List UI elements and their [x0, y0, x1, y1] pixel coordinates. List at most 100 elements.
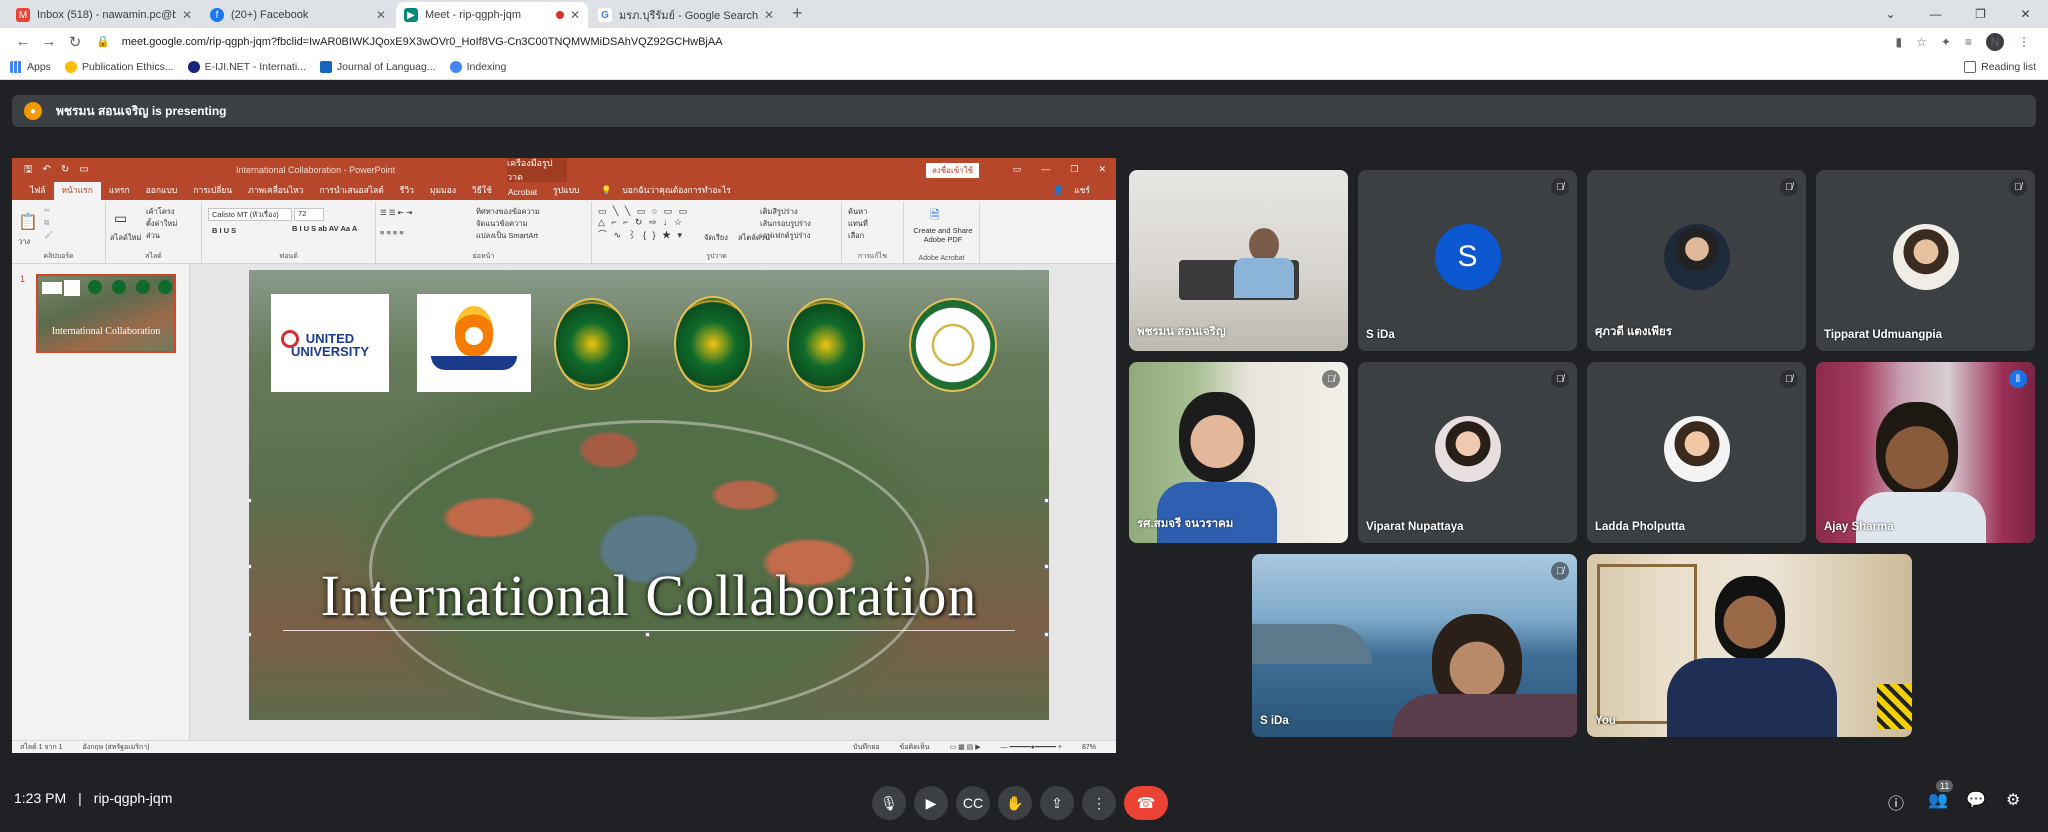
zoom-level[interactable]: 87% [1082, 744, 1096, 751]
ppt-tab-view[interactable]: มุมมอง [422, 180, 464, 200]
align-icons[interactable]: ≡ ≡ ≡ ≡ [380, 228, 404, 237]
create-pdf-icon[interactable]: 🗎 [930, 206, 940, 227]
paste-icon[interactable]: 📋 [18, 212, 38, 232]
participant-tile-ladda[interactable]: 🎙̸ Ladda Pholputta [1587, 362, 1806, 543]
ppt-tab-design[interactable]: ออกแบบ [138, 180, 186, 200]
bookmark-eiji[interactable]: E-IJI.NET - Internati... [187, 61, 306, 73]
text-direction-button[interactable]: ทิศทางของข้อความ [476, 206, 540, 218]
save-icon[interactable]: 🖫 [24, 164, 33, 175]
ppt-tab-help[interactable]: วิธีใช้ [464, 180, 500, 200]
more-options-button[interactable]: ⋮ [1082, 786, 1116, 820]
copy-icon[interactable]: ⧉ [44, 218, 49, 228]
shape-outline-button[interactable]: เส้นกรอบรูปร่าง [760, 218, 811, 230]
participant-tile-viparat[interactable]: 🎙̸ Viparat Nupattaya [1358, 362, 1577, 543]
profile-avatar[interactable]: N [1986, 32, 2004, 51]
slide-title[interactable]: International Collaboration [249, 562, 1049, 629]
sign-in-button[interactable]: ลงชื่อเข้าใช้ [926, 163, 980, 178]
ppt-tab-home[interactable]: หน้าแรก [53, 180, 101, 200]
bullets-icon[interactable]: ☰ ☰ ⇤ ⇥ [380, 208, 412, 217]
bold-italic-icons[interactable]: B I U S [212, 226, 236, 235]
reset-button[interactable]: ตั้งค่าใหม่ [146, 218, 177, 230]
select-button[interactable]: เลือก [848, 230, 864, 242]
close-window-icon[interactable]: ✕ [2003, 7, 2048, 21]
browser-tab-gmail[interactable]: M Inbox (518) - nawamin.pc@bru.ac.th ✕ [8, 2, 200, 28]
restore-icon[interactable]: ❐ [1958, 7, 2003, 21]
selection-handle[interactable] [1044, 498, 1049, 503]
close-icon[interactable]: ✕ [1098, 164, 1106, 174]
font-size-select[interactable]: 72 [294, 208, 324, 221]
ppt-tab-review[interactable]: รีวิว [392, 180, 422, 200]
tell-me-search[interactable]: 💡 บอกฉันว่าคุณต้องการทำอะไร [593, 180, 746, 200]
participant-tile-presenter[interactable]: พชรมน สอนเจริญ [1129, 170, 1348, 351]
format-painter-icon[interactable]: 🖌 [44, 230, 54, 239]
participant-tile-tipparat[interactable]: 🎙̸ Tipparat Udmuangpia [1816, 170, 2035, 351]
share-button[interactable]: 👤 แชร์ [1045, 180, 1106, 200]
layout-button[interactable]: เค้าโครง [146, 206, 175, 218]
selection-handle[interactable] [249, 564, 252, 569]
tab-search-icon[interactable]: ⌄ [1868, 7, 1913, 21]
shapes-gallery[interactable]: ▭ ╲ ╲ ▭ ○ ▭ ▭ △ ⌐ ⌐ ↻ ⇨ ↓ ☆ ⌒ ∿ ⌇ { } ★ ▾ [598, 206, 689, 241]
participant-tile-sida-video[interactable]: 🎙̸ S iDa [1252, 554, 1577, 737]
find-button[interactable]: ค้นหา [848, 206, 867, 218]
replace-button[interactable]: แทนที่ [848, 218, 868, 230]
camera-in-use-icon[interactable]: ▮ [1896, 35, 1903, 49]
participant-tile-somjaree[interactable]: 🎙̸ รศ.สมจรี จนวราคม [1129, 362, 1348, 543]
browser-tab-facebook[interactable]: f (20+) Facebook ✕ [202, 2, 394, 28]
people-icon[interactable]: 👥 [1928, 790, 1948, 810]
participant-tile-self[interactable]: You [1587, 554, 1912, 737]
new-slide-button[interactable]: สไลด์ใหม่ [110, 232, 141, 244]
present-button[interactable]: ⇪ [1040, 786, 1074, 820]
minimize-icon[interactable]: — [1913, 7, 1958, 21]
smartart-button[interactable]: แปลงเป็น SmartArt [476, 230, 538, 242]
close-tab-icon[interactable]: ✕ [764, 8, 774, 22]
ppt-tab-file[interactable]: ไฟล์ [22, 180, 54, 200]
ppt-tab-animations[interactable]: ภาพเคลื่อนไหว [240, 180, 311, 200]
ribbon-display-icon[interactable]: ▭ [1013, 164, 1022, 174]
ppt-tab-insert[interactable]: แทรก [101, 180, 138, 200]
participant-tile-sida[interactable]: S 🎙̸ S iDa [1358, 170, 1577, 351]
menu-kebab-icon[interactable]: ⋮ [2018, 35, 2030, 49]
start-slideshow-icon[interactable]: ▭ [79, 164, 88, 175]
slide-canvas[interactable]: UNITED UNIVERSITY International Collabor… [249, 270, 1049, 720]
comments-button[interactable]: ข้อคิดเห็น [900, 742, 930, 753]
browser-tab-meet[interactable]: ▶ Meet - rip-qgph-jqm ✕ [396, 2, 588, 28]
paste-button[interactable]: วาง [18, 236, 30, 248]
back-icon[interactable]: ← [10, 33, 36, 50]
captions-button[interactable]: CC [956, 786, 990, 820]
close-tab-icon[interactable]: ✕ [376, 8, 386, 22]
extensions-icon[interactable]: ✦ [1941, 35, 1951, 49]
arrange-button[interactable]: จัดเรียง [704, 232, 728, 244]
selection-handle[interactable] [645, 632, 650, 637]
participant-tile-ajay[interactable]: ⦀ Ajay Sharma [1816, 362, 2035, 543]
bookmark-publication-ethics[interactable]: Publication Ethics... [64, 61, 174, 73]
new-slide-icon[interactable]: ▭ [114, 210, 127, 227]
align-text-button[interactable]: จัดแนวข้อความ [476, 218, 527, 230]
notes-button[interactable]: บันทึกย่อ [853, 742, 879, 753]
lock-icon[interactable]: 🔒 [96, 35, 110, 48]
browser-tab-google[interactable]: G มรภ.บุรีรัมย์ - Google Search ✕ [590, 2, 782, 28]
undo-icon[interactable]: ↶ [43, 164, 51, 175]
raise-hand-button[interactable]: ✋ [998, 786, 1032, 820]
microphone-button[interactable]: 🎙 [872, 786, 906, 820]
bookmark-indexing[interactable]: Indexing [449, 61, 506, 73]
slide-thumbnail[interactable]: International Collaboration [36, 274, 176, 353]
shape-effects-button[interactable]: เอฟเฟกต์รูปร่าง [760, 230, 810, 242]
url-field[interactable]: meet.google.com/rip-qgph-jqm?fbclid=IwAR… [122, 36, 1882, 48]
redo-icon[interactable]: ↻ [61, 164, 69, 175]
participant-tile-supawadee[interactable]: 🎙̸ ศุภวดี แตงเพียร [1587, 170, 1806, 351]
leave-call-button[interactable]: ☎ [1124, 786, 1168, 820]
reload-icon[interactable]: ↻ [62, 33, 88, 51]
restore-icon[interactable]: ❐ [1070, 164, 1078, 174]
close-tab-icon[interactable]: ✕ [182, 8, 192, 22]
selection-handle[interactable] [1044, 632, 1049, 637]
new-tab-button[interactable]: + [784, 3, 811, 28]
font-name-select[interactable]: Calisto MT (หัวเรื่อง) [208, 208, 292, 221]
forward-icon[interactable]: → [36, 33, 62, 50]
ppt-tab-acrobat[interactable]: Acrobat [500, 184, 545, 200]
view-buttons[interactable]: ▭ ▦ ▤ ▶ [950, 743, 981, 751]
minimize-icon[interactable]: — [1041, 164, 1050, 174]
meeting-info-icon[interactable]: ⓘ [1888, 790, 1904, 814]
language-status[interactable]: อังกฤษ (สหรัฐอเมริกา) [83, 742, 150, 753]
close-tab-icon[interactable]: ✕ [570, 8, 580, 22]
reading-icon[interactable]: ≡ [1965, 35, 1972, 49]
